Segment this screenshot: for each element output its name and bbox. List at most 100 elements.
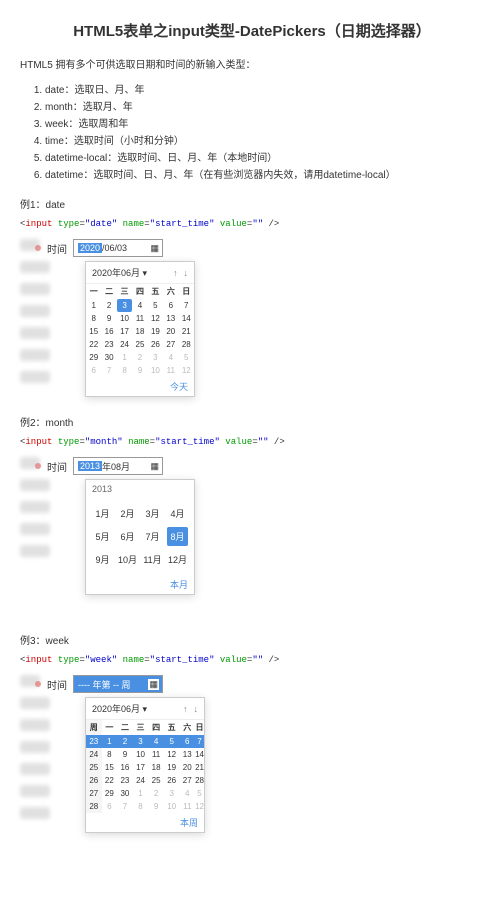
month-cell[interactable]: 5月 <box>92 527 113 546</box>
calendar-day[interactable]: 4 <box>148 735 164 748</box>
week-input[interactable]: ---- 年第 -- 周 ▦ <box>73 675 163 693</box>
this-month-link[interactable]: 本月 <box>86 575 194 594</box>
calendar-day[interactable]: 5 <box>164 735 180 748</box>
next-icon[interactable]: ↓ <box>194 704 199 714</box>
month-cell[interactable]: 10月 <box>117 550 138 569</box>
calendar-day[interactable]: 9 <box>117 748 133 761</box>
calendar-day[interactable]: 28 <box>179 338 194 351</box>
calendar-day[interactable]: 24 <box>133 774 149 787</box>
calendar-day[interactable]: 7 <box>179 299 194 312</box>
calendar-day[interactable]: 7 <box>195 735 204 748</box>
this-week-link[interactable]: 本周 <box>86 813 204 832</box>
calendar-day[interactable]: 10 <box>133 748 149 761</box>
calendar-day[interactable]: 11 <box>179 800 195 813</box>
calendar-day[interactable]: 30 <box>117 787 133 800</box>
prev-icon[interactable]: ↑ <box>183 704 188 714</box>
calendar-day[interactable]: 23 <box>101 338 116 351</box>
calendar-day[interactable]: 20 <box>179 761 195 774</box>
month-cell[interactable]: 6月 <box>117 527 138 546</box>
calendar-day[interactable]: 18 <box>132 325 147 338</box>
calendar-day[interactable]: 28 <box>195 774 204 787</box>
calendar-day[interactable]: 10 <box>117 312 132 325</box>
calendar-day[interactable]: 1 <box>133 787 149 800</box>
calendar-day[interactable]: 26 <box>86 774 102 787</box>
calendar-day[interactable]: 2 <box>148 787 164 800</box>
calendar-day[interactable]: 25 <box>86 761 102 774</box>
calendar-day[interactable]: 1 <box>102 735 118 748</box>
calendar-day[interactable]: 4 <box>163 351 178 364</box>
calendar-day[interactable]: 6 <box>102 800 118 813</box>
calendar-day[interactable]: 15 <box>102 761 118 774</box>
year-label[interactable]: 2013 <box>86 480 194 498</box>
calendar-day[interactable]: 22 <box>102 774 118 787</box>
month-cell[interactable]: 12月 <box>167 550 188 569</box>
month-cell[interactable]: 1月 <box>92 504 113 523</box>
calendar-day[interactable]: 19 <box>164 761 180 774</box>
calendar-day[interactable]: 15 <box>86 325 101 338</box>
date-input[interactable]: 2020/06/03 ▦ <box>73 239 163 257</box>
calendar-day[interactable]: 6 <box>179 735 195 748</box>
calendar-day[interactable]: 4 <box>179 787 195 800</box>
calendar-day[interactable]: 10 <box>148 364 163 377</box>
calendar-day[interactable]: 29 <box>102 787 118 800</box>
calendar-day[interactable]: 23 <box>86 735 102 748</box>
calendar-day[interactable]: 3 <box>133 735 149 748</box>
calendar-day[interactable]: 4 <box>132 299 147 312</box>
calendar-day[interactable]: 8 <box>117 364 132 377</box>
next-icon[interactable]: ↓ <box>184 268 189 278</box>
calendar-day[interactable]: 26 <box>148 338 163 351</box>
today-link[interactable]: 今天 <box>86 377 194 396</box>
calendar-day[interactable]: 3 <box>164 787 180 800</box>
month-cell[interactable]: 2月 <box>117 504 138 523</box>
calendar-day[interactable]: 18 <box>148 761 164 774</box>
calendar-day[interactable]: 2 <box>117 735 133 748</box>
calendar-day[interactable]: 13 <box>179 748 195 761</box>
picker-month-select[interactable]: 2020年06月 ▾ <box>92 266 147 279</box>
calendar-day[interactable]: 8 <box>133 800 149 813</box>
calendar-day[interactable]: 23 <box>117 774 133 787</box>
month-cell[interactable]: 3月 <box>142 504 163 523</box>
calendar-icon[interactable]: ▦ <box>150 461 159 472</box>
calendar-day[interactable]: 2 <box>101 299 116 312</box>
calendar-day[interactable]: 2 <box>132 351 147 364</box>
prev-icon[interactable]: ↑ <box>173 268 178 278</box>
calendar-day[interactable]: 24 <box>86 748 102 761</box>
calendar-day[interactable]: 5 <box>148 299 163 312</box>
month-cell[interactable]: 8月 <box>167 527 188 546</box>
calendar-day[interactable]: 30 <box>101 351 116 364</box>
month-cell[interactable]: 7月 <box>142 527 163 546</box>
calendar-day[interactable]: 8 <box>86 312 101 325</box>
calendar-day[interactable]: 12 <box>179 364 194 377</box>
calendar-day[interactable]: 3 <box>117 299 132 312</box>
calendar-day[interactable]: 10 <box>164 800 180 813</box>
calendar-day[interactable]: 19 <box>148 325 163 338</box>
picker-month-select[interactable]: 2020年06月 ▾ <box>92 702 147 715</box>
month-input[interactable]: 2013年08月 ▦ <box>73 457 163 475</box>
calendar-day[interactable]: 3 <box>148 351 163 364</box>
calendar-day[interactable]: 9 <box>148 800 164 813</box>
month-cell[interactable]: 4月 <box>167 504 188 523</box>
calendar-day[interactable]: 5 <box>195 787 204 800</box>
month-cell[interactable]: 9月 <box>92 550 113 569</box>
calendar-day[interactable]: 1 <box>117 351 132 364</box>
calendar-icon[interactable]: ▦ <box>150 243 159 254</box>
calendar-day[interactable]: 17 <box>117 325 132 338</box>
calendar-icon[interactable]: ▦ <box>148 679 159 690</box>
calendar-day[interactable]: 21 <box>179 325 194 338</box>
calendar-day[interactable]: 11 <box>163 364 178 377</box>
calendar-day[interactable]: 22 <box>86 338 101 351</box>
calendar-day[interactable]: 12 <box>148 312 163 325</box>
calendar-day[interactable]: 6 <box>163 299 178 312</box>
calendar-day[interactable]: 17 <box>133 761 149 774</box>
calendar-day[interactable]: 16 <box>117 761 133 774</box>
calendar-day[interactable]: 11 <box>148 748 164 761</box>
calendar-day[interactable]: 25 <box>148 774 164 787</box>
calendar-day[interactable]: 8 <box>102 748 118 761</box>
calendar-day[interactable]: 9 <box>101 312 116 325</box>
calendar-day[interactable]: 11 <box>132 312 147 325</box>
calendar-day[interactable]: 6 <box>86 364 101 377</box>
calendar-day[interactable]: 14 <box>179 312 194 325</box>
calendar-day[interactable]: 27 <box>179 774 195 787</box>
calendar-day[interactable]: 14 <box>195 748 204 761</box>
calendar-day[interactable]: 25 <box>132 338 147 351</box>
